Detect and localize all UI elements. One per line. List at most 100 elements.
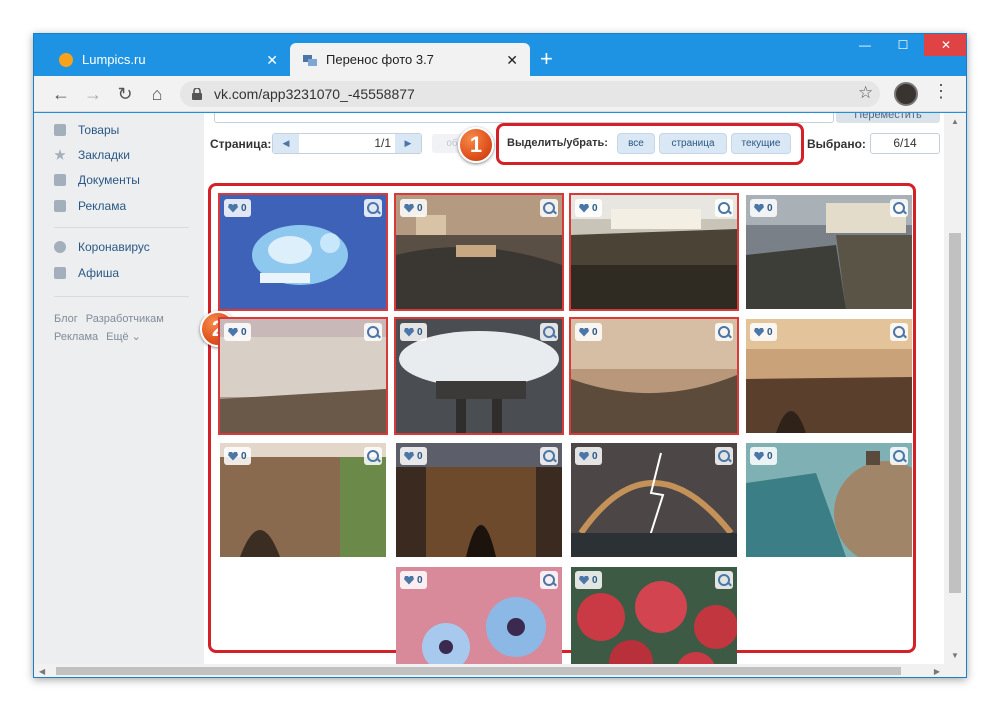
new-tab-button[interactable]: + xyxy=(540,48,553,70)
footer-link-developers[interactable]: Разработчикам xyxy=(86,313,164,325)
menu-kebab-icon[interactable]: ⋮ xyxy=(932,81,950,102)
like-count: 0 xyxy=(767,326,773,338)
photo-thumb[interactable]: 0 xyxy=(571,567,737,677)
reload-icon[interactable]: ↻ xyxy=(114,83,136,105)
horizontal-scroll-thumb[interactable] xyxy=(56,667,901,675)
address-bar[interactable]: vk.com/app3231070_-45558877 xyxy=(180,81,880,107)
like-badge[interactable]: 0 xyxy=(575,571,602,589)
zoom-icon[interactable] xyxy=(364,323,382,341)
zoom-icon[interactable] xyxy=(540,447,558,465)
vertical-scroll-thumb[interactable] xyxy=(949,233,961,593)
bookmark-star-icon[interactable]: ☆ xyxy=(858,83,873,103)
next-page-button[interactable]: ▶ xyxy=(395,134,421,153)
sidebar-item-afisha[interactable]: Афиша xyxy=(54,264,119,282)
photo-thumb[interactable]: 0 xyxy=(218,193,388,311)
photo-thumb[interactable]: 0 xyxy=(746,319,912,433)
title-bar: Lumpics.ru ✕ Перенос фото 3.7 ✕ + — ☐ ✕ xyxy=(34,34,966,76)
sidebar-item-goods[interactable]: Товары xyxy=(54,121,119,139)
photo-thumb[interactable]: 0 xyxy=(746,443,912,557)
photo-thumb[interactable]: 0 xyxy=(746,195,912,309)
move-button[interactable]: Переместить xyxy=(836,113,940,123)
sidebar-divider xyxy=(54,227,189,228)
photo-thumb[interactable]: 0 xyxy=(396,443,562,557)
zoom-icon[interactable] xyxy=(540,199,558,217)
like-badge[interactable]: 0 xyxy=(224,199,251,217)
back-icon[interactable]: ← xyxy=(50,83,72,105)
profile-avatar[interactable] xyxy=(894,82,918,106)
like-badge[interactable]: 0 xyxy=(400,199,427,217)
zoom-icon[interactable] xyxy=(540,323,558,341)
tab-lumpics[interactable]: Lumpics.ru ✕ xyxy=(46,43,290,76)
footer-link-blog[interactable]: Блог xyxy=(54,313,78,325)
photo-thumb[interactable]: 0 xyxy=(571,443,737,557)
scroll-right-icon[interactable]: ▶ xyxy=(934,667,940,676)
footer-link-ads[interactable]: Реклама xyxy=(54,331,98,343)
home-icon[interactable]: ⌂ xyxy=(146,83,168,105)
like-badge[interactable]: 0 xyxy=(575,323,602,341)
heart-icon xyxy=(228,203,238,213)
url-text: vk.com/app3231070_-45558877 xyxy=(214,86,415,102)
zoom-icon[interactable] xyxy=(715,199,733,217)
tab-photo-transfer[interactable]: Перенос фото 3.7 ✕ xyxy=(290,43,530,76)
tab-close-icon[interactable]: ✕ xyxy=(506,53,518,67)
sidebar-item-documents[interactable]: Документы xyxy=(54,171,140,189)
zoom-icon[interactable] xyxy=(715,571,733,589)
sidebar-item-ads[interactable]: Реклама xyxy=(54,197,126,215)
like-count: 0 xyxy=(241,202,247,214)
like-badge[interactable]: 0 xyxy=(400,571,427,589)
bag-icon xyxy=(54,124,66,136)
scroll-left-icon[interactable]: ◀ xyxy=(39,667,45,676)
zoom-icon[interactable] xyxy=(715,323,733,341)
horizontal-scrollbar[interactable]: ◀ ▶ xyxy=(34,664,966,677)
like-badge[interactable]: 0 xyxy=(224,323,251,341)
like-count: 0 xyxy=(417,326,423,338)
sidebar-item-coronavirus[interactable]: Коронавирус xyxy=(54,238,150,256)
sidebar-item-label: Коронавирус xyxy=(78,240,150,254)
zoom-icon[interactable] xyxy=(364,199,382,217)
like-badge[interactable]: 0 xyxy=(224,447,251,465)
footer-link-more[interactable]: Ещё ⌄ xyxy=(106,331,141,343)
like-badge[interactable]: 0 xyxy=(400,447,427,465)
like-badge[interactable]: 0 xyxy=(575,199,602,217)
zoom-icon[interactable] xyxy=(364,447,382,465)
like-badge[interactable]: 0 xyxy=(750,323,777,341)
photo-thumb[interactable]: 0 xyxy=(569,193,739,311)
vertical-scrollbar[interactable]: ▲ ▼ xyxy=(944,113,966,677)
photo-thumb[interactable]: 0 xyxy=(396,567,562,677)
like-badge[interactable]: 0 xyxy=(400,323,427,341)
zoom-icon[interactable] xyxy=(890,447,908,465)
zoom-icon[interactable] xyxy=(540,571,558,589)
photo-thumb[interactable]: 0 xyxy=(220,443,386,557)
zoom-icon[interactable] xyxy=(890,199,908,217)
like-badge[interactable]: 0 xyxy=(750,447,777,465)
sidebar-item-bookmarks[interactable]: Закладки xyxy=(54,146,130,164)
prev-page-button[interactable]: ◀ xyxy=(273,134,299,153)
close-window-button[interactable]: ✕ xyxy=(924,34,966,56)
photo-thumb[interactable]: 0 xyxy=(218,317,388,435)
minimize-button[interactable]: — xyxy=(848,34,882,56)
page-label: Страница: xyxy=(210,137,272,151)
album-select-field[interactable] xyxy=(214,113,834,123)
photo-thumb[interactable]: 0 xyxy=(569,317,739,435)
browser-window: Lumpics.ru ✕ Перенос фото 3.7 ✕ + — ☐ ✕ … xyxy=(33,33,967,678)
like-count: 0 xyxy=(417,574,423,586)
heart-icon xyxy=(404,451,414,461)
scroll-up-icon[interactable]: ▲ xyxy=(951,117,959,126)
photo-thumb[interactable]: 0 xyxy=(394,193,564,311)
document-icon xyxy=(54,174,66,186)
heart-icon xyxy=(404,575,414,585)
photo-thumb[interactable]: 0 xyxy=(394,317,564,435)
forward-icon[interactable]: → xyxy=(82,83,104,105)
like-badge[interactable]: 0 xyxy=(575,447,602,465)
zoom-icon[interactable] xyxy=(890,323,908,341)
heart-icon xyxy=(754,327,764,337)
app-main: Переместить Страница: ◀ 1/1 ▶ об Выделит… xyxy=(200,113,944,677)
like-badge[interactable]: 0 xyxy=(750,199,777,217)
zoom-icon[interactable] xyxy=(715,447,733,465)
callout-badge-1: 1 xyxy=(458,127,494,163)
scroll-down-icon[interactable]: ▼ xyxy=(951,651,959,660)
sidebar-item-label: Товары xyxy=(78,123,120,137)
maximize-button[interactable]: ☐ xyxy=(886,34,920,56)
tab-close-icon[interactable]: ✕ xyxy=(266,53,278,67)
heart-icon xyxy=(228,327,238,337)
